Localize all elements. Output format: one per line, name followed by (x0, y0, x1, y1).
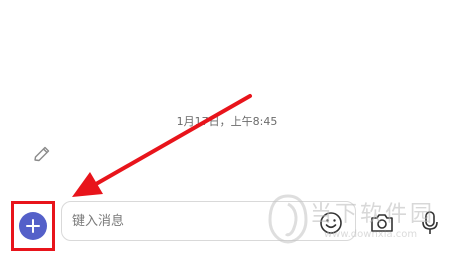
emoji-icon[interactable] (318, 210, 344, 236)
add-attachment-button[interactable] (11, 201, 55, 251)
plus-icon (19, 212, 47, 240)
message-timestamp: 1月17日，上午8:45 (176, 115, 278, 128)
pencil-icon[interactable] (32, 144, 52, 164)
message-input[interactable] (61, 201, 356, 241)
microphone-icon[interactable] (417, 210, 443, 236)
camera-icon[interactable] (369, 210, 395, 236)
